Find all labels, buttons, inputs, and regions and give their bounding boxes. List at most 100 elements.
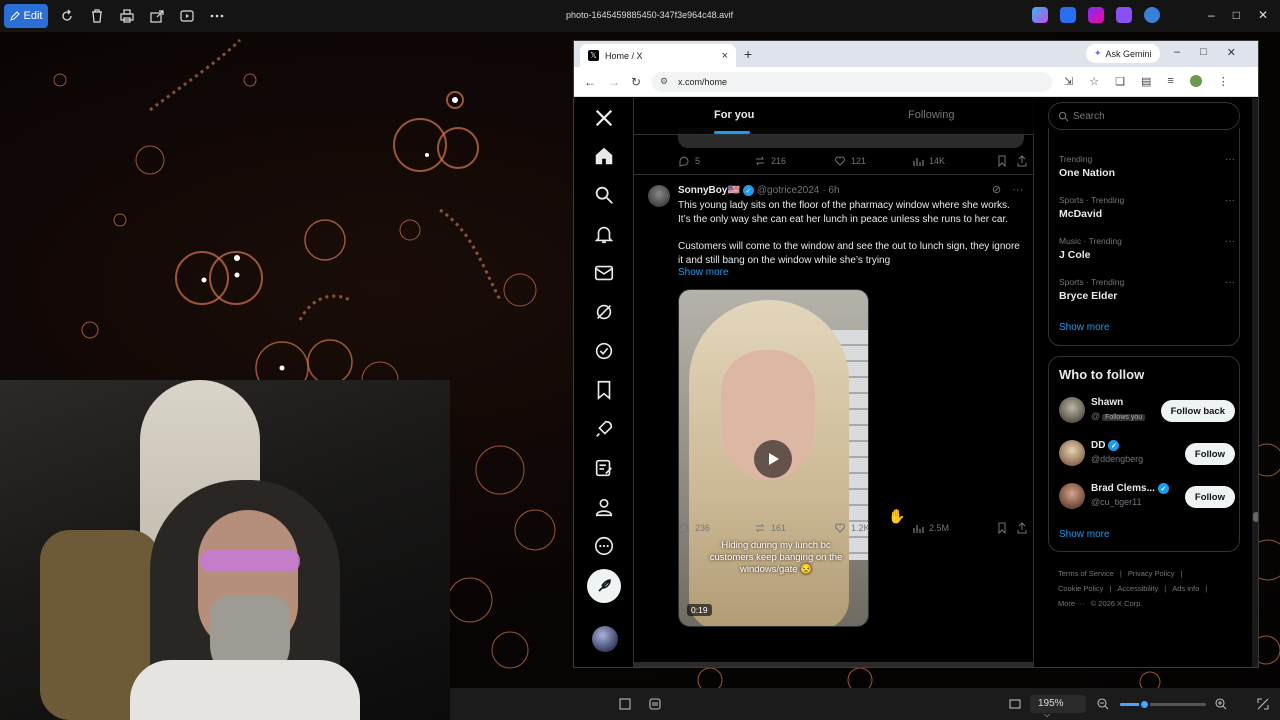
trend-more-icon[interactable]: ··· <box>1225 236 1235 247</box>
zoom-dropdown[interactable]: 195% ⌵ <box>1030 695 1086 719</box>
zoom-slider-thumb[interactable] <box>1139 699 1151 710</box>
post-card[interactable]: SonnyBoy🇺🇸 ✓ @gotrice2024 · 6h ⊘ ··· Thi… <box>634 174 1034 667</box>
share-post-button[interactable] <box>1016 155 1028 167</box>
share-post-button[interactable] <box>1016 522 1028 534</box>
ads-info-link[interactable]: Ads info <box>1172 584 1199 593</box>
user-avatar[interactable] <box>1059 440 1085 466</box>
more-options-button[interactable] <box>202 3 232 29</box>
x-logo-icon[interactable] <box>592 106 616 130</box>
minimize-icon[interactable]: – <box>1208 8 1215 22</box>
user-avatar[interactable] <box>1059 483 1085 509</box>
trend-item[interactable]: Music · Trending J Cole <box>1059 236 1122 261</box>
media-icon[interactable]: ≡ <box>1167 75 1173 88</box>
repost-button[interactable]: 216 <box>754 155 786 167</box>
browser-maximize-icon[interactable]: □ <box>1200 46 1207 59</box>
reading-list-icon[interactable]: ▤ <box>1141 75 1151 88</box>
profile-icon[interactable] <box>1189 75 1202 87</box>
bookmark-button[interactable] <box>996 522 1008 534</box>
more-link[interactable]: More ··· <box>1058 599 1085 608</box>
trend-more-icon[interactable]: ··· <box>1225 277 1235 288</box>
share-button[interactable] <box>142 3 172 29</box>
user-avatar[interactable] <box>1059 397 1085 423</box>
ocr-icon[interactable] <box>648 697 662 711</box>
scrollbar-thumb[interactable] <box>1253 512 1258 522</box>
zoom-in-icon[interactable] <box>1214 697 1228 711</box>
repost-button[interactable]: 161 <box>754 522 786 534</box>
tab-close-icon[interactable]: × <box>722 50 728 62</box>
bookmark-star-icon[interactable]: ☆ <box>1089 75 1099 88</box>
grok-icon[interactable] <box>592 300 616 324</box>
ask-gemini-button[interactable]: ✦ Ask Gemini <box>1086 44 1160 63</box>
post-author-handle[interactable]: @gotrice2024 <box>757 185 819 196</box>
post-more-icon[interactable]: ··· <box>1012 184 1023 196</box>
zoom-out-icon[interactable] <box>1096 697 1110 711</box>
browser-minimize-icon[interactable]: – <box>1174 46 1180 59</box>
bookmark-button[interactable] <box>996 155 1008 167</box>
post-video[interactable]: Hiding during my lunch bc customers keep… <box>678 289 869 627</box>
trends-show-more-link[interactable]: Show more <box>1059 322 1110 333</box>
forward-arrow-icon[interactable]: → <box>608 75 620 89</box>
follow-back-button[interactable]: Follow back <box>1160 400 1235 422</box>
account-avatar[interactable] <box>592 626 618 652</box>
views-button[interactable]: 2.5M <box>912 522 949 534</box>
extensions-icon[interactable]: ❏ <box>1115 75 1125 88</box>
delete-button[interactable] <box>82 3 112 29</box>
rocket-icon[interactable] <box>592 417 616 441</box>
actual-size-icon[interactable] <box>1008 697 1022 711</box>
verified-orgs-icon[interactable] <box>592 339 616 363</box>
trend-item[interactable]: Sports · Trending McDavid <box>1059 195 1124 220</box>
search-input[interactable]: Search <box>1048 102 1240 130</box>
tab-home-x[interactable]: 𝕏 Home / X × <box>580 44 736 67</box>
compose-post-button[interactable] <box>587 569 621 603</box>
reload-icon[interactable]: ↻ <box>631 75 641 89</box>
home-icon[interactable] <box>592 144 616 168</box>
copilot-icon[interactable] <box>1032 7 1048 23</box>
grok-explain-icon[interactable]: ⊘ <box>992 184 1001 196</box>
bookmarks-icon[interactable] <box>592 378 616 402</box>
accessibility-link[interactable]: Accessibility <box>1117 584 1158 593</box>
post-author-name[interactable]: SonnyBoy🇺🇸 <box>678 185 740 196</box>
reply-button[interactable]: 5 <box>678 155 700 167</box>
privacy-link[interactable]: Privacy Policy <box>1128 569 1175 578</box>
show-more-link[interactable]: Show more <box>678 267 729 278</box>
app-icon-blue[interactable] <box>1060 7 1076 23</box>
install-app-icon[interactable]: ⇲ <box>1064 75 1073 88</box>
follow-button[interactable]: Follow <box>1184 486 1235 508</box>
fullscreen-icon[interactable] <box>1256 697 1270 711</box>
post-timestamp[interactable]: · 6h <box>822 185 839 196</box>
articles-icon[interactable] <box>592 456 616 480</box>
terms-link[interactable]: Terms of Service <box>1058 569 1114 578</box>
url-field[interactable]: ⚙ x.com/home <box>652 72 1052 92</box>
app-icon-violet[interactable] <box>1116 7 1132 23</box>
app-icon-purple[interactable] <box>1088 7 1104 23</box>
follow-button[interactable]: Follow <box>1184 443 1235 465</box>
like-button[interactable]: 1.2K <box>834 522 870 534</box>
tab-for-you[interactable]: For you <box>714 109 754 121</box>
edit-button[interactable]: Edit <box>4 4 48 28</box>
browser-close-icon[interactable]: ✕ <box>1227 46 1236 59</box>
reply-button[interactable]: 236 <box>678 522 710 534</box>
new-tab-icon[interactable]: + <box>744 46 752 62</box>
follow-show-more-link[interactable]: Show more <box>1059 529 1110 540</box>
fit-screen-icon[interactable] <box>618 697 632 711</box>
trend-item[interactable]: Trending One Nation <box>1059 154 1115 179</box>
follow-suggestion[interactable]: Shawn @ Follows you Follow back <box>1059 397 1235 427</box>
trend-more-icon[interactable]: ··· <box>1225 154 1235 165</box>
trend-more-icon[interactable]: ··· <box>1225 195 1235 206</box>
print-button[interactable] <box>112 3 142 29</box>
like-button[interactable]: 121 <box>834 155 866 167</box>
explore-search-icon[interactable] <box>592 183 616 207</box>
notifications-bell-icon[interactable] <box>592 222 616 246</box>
views-button[interactable]: 14K <box>912 155 945 167</box>
cookie-link[interactable]: Cookie Policy <box>1058 584 1103 593</box>
follow-suggestion[interactable]: Brad Clems... ✓ @cu_tiger11 Follow <box>1059 483 1235 513</box>
play-button[interactable] <box>754 440 792 478</box>
site-info-icon[interactable]: ⚙ <box>660 76 668 87</box>
zoom-slider[interactable] <box>1120 699 1206 710</box>
back-arrow-icon[interactable]: ← <box>584 75 596 89</box>
page-scrollbar[interactable] <box>1252 98 1258 667</box>
follow-suggestion[interactable]: DD ✓ @ddengberg Follow <box>1059 440 1235 470</box>
post-author-avatar[interactable] <box>648 185 670 207</box>
more-circle-icon[interactable] <box>592 534 616 558</box>
maximize-icon[interactable]: □ <box>1233 8 1240 22</box>
